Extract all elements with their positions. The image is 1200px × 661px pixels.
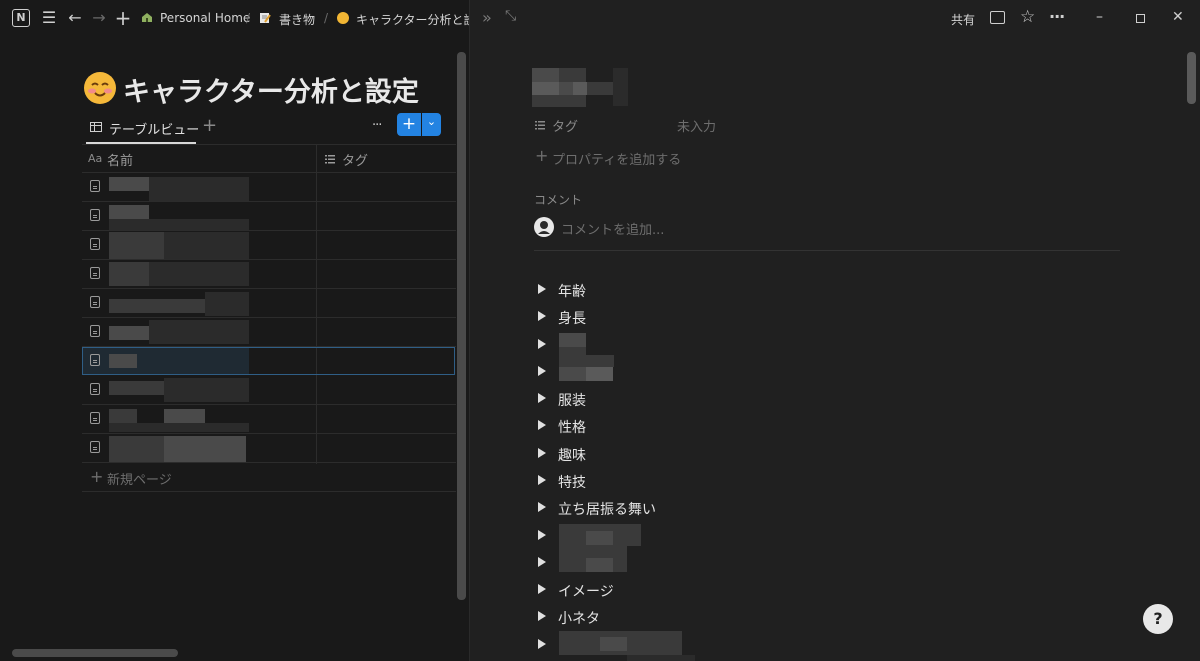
- page-icon: [90, 296, 100, 308]
- table-row[interactable]: [109, 232, 164, 260]
- table-row[interactable]: [109, 436, 164, 462]
- toggle-arrow-icon[interactable]: [538, 393, 546, 403]
- page-icon: [90, 238, 100, 250]
- page-icon: [90, 209, 100, 221]
- notion-logo-icon[interactable]: N: [12, 9, 30, 27]
- vertical-scrollbar[interactable]: [457, 52, 466, 600]
- list-icon: [535, 119, 545, 130]
- add-property-plus-icon[interactable]: +: [535, 146, 548, 165]
- toggle-arrow-icon[interactable]: [538, 611, 546, 621]
- comment-input[interactable]: コメントを追加...: [561, 219, 664, 238]
- page-icon: [90, 441, 100, 453]
- toggle-arrow-icon[interactable]: [538, 639, 546, 649]
- avatar: [534, 217, 554, 237]
- toggle-arrow-icon[interactable]: [538, 339, 546, 349]
- add-view-button[interactable]: +: [202, 115, 217, 136]
- toggle-arrow-icon[interactable]: [538, 448, 546, 458]
- divider: [534, 250, 1120, 251]
- memo-icon: [259, 12, 271, 24]
- column-header-tag[interactable]: タグ: [342, 150, 368, 169]
- table-row[interactable]: [109, 299, 205, 313]
- breadcrumb-separator: /: [324, 11, 329, 25]
- page-icon: [90, 325, 100, 337]
- page-icon: [90, 180, 100, 192]
- table-view-icon: [90, 122, 102, 132]
- forward-arrow-icon[interactable]: →: [88, 0, 110, 36]
- page-icon: [90, 412, 100, 424]
- text-property-icon: Aa: [88, 152, 103, 165]
- maximize-icon[interactable]: [1136, 14, 1145, 23]
- new-page-plus-icon[interactable]: +: [112, 0, 134, 36]
- toggle-arrow-icon[interactable]: [538, 420, 546, 430]
- page-icon: [90, 383, 100, 395]
- page-icon: [90, 267, 100, 279]
- breadcrumb-current[interactable]: キャラクター分析と設: [356, 11, 469, 28]
- close-window-icon[interactable]: ✕: [1172, 9, 1184, 25]
- main-panel: N ☰ ← → + Personal Home / 書き物 / キャラクター分析…: [0, 0, 469, 661]
- help-button[interactable]: ?: [1143, 604, 1173, 634]
- share-button[interactable]: 共有: [951, 11, 975, 28]
- minimize-icon[interactable]: –: [1096, 9, 1103, 25]
- favorite-star-icon[interactable]: ☆: [1020, 7, 1035, 27]
- tab-table-view[interactable]: テーブルビュー: [109, 119, 199, 138]
- new-row-button[interactable]: +: [397, 113, 421, 136]
- toggle-arrow-icon[interactable]: [538, 284, 546, 294]
- more-options-icon[interactable]: ···: [1049, 7, 1065, 26]
- table-row[interactable]: [109, 409, 137, 423]
- comment-icon[interactable]: [990, 11, 1005, 24]
- peek-scrollbar[interactable]: [1187, 52, 1196, 104]
- peek-title[interactable]: [532, 68, 628, 108]
- toggle-arrow-icon[interactable]: [538, 557, 546, 567]
- add-property-button[interactable]: プロパティを追加する: [552, 149, 681, 168]
- table-row[interactable]: [109, 381, 164, 395]
- new-dropdown-button[interactable]: ⌄: [422, 113, 441, 136]
- toggle-arrow-icon[interactable]: [538, 366, 546, 376]
- table-row[interactable]: [109, 262, 149, 286]
- breadcrumb-parent[interactable]: 書き物: [279, 11, 315, 28]
- home-icon: [141, 12, 153, 23]
- breadcrumb-separator: /: [246, 11, 251, 25]
- property-tag-label: タグ: [552, 120, 579, 135]
- property-tag-value[interactable]: 未入力: [677, 116, 716, 135]
- list-icon: [325, 153, 335, 164]
- horizontal-scrollbar[interactable]: [12, 649, 178, 657]
- toggle-arrow-icon[interactable]: [538, 584, 546, 594]
- column-header-name[interactable]: 名前: [107, 150, 133, 169]
- close-peek-icon[interactable]: »: [482, 8, 492, 27]
- sidebar-menu-icon[interactable]: ☰: [38, 0, 60, 36]
- comments-label: コメント: [534, 193, 583, 207]
- table-row[interactable]: [109, 205, 149, 219]
- table-row[interactable]: [109, 326, 149, 340]
- toggle-arrow-icon[interactable]: [538, 475, 546, 485]
- toggle-arrow-icon[interactable]: [538, 502, 546, 512]
- breadcrumb-workspace[interactable]: Personal Home: [160, 11, 250, 25]
- page-title[interactable]: キャラクター分析と設定: [123, 70, 419, 109]
- new-page-button[interactable]: 新規ページ: [107, 469, 172, 488]
- expand-icon[interactable]: ⤡: [505, 8, 516, 24]
- toggle-arrow-icon[interactable]: [538, 530, 546, 540]
- page-emoji-icon[interactable]: [84, 72, 116, 104]
- back-arrow-icon[interactable]: ←: [64, 0, 86, 36]
- table-row[interactable]: [109, 177, 149, 191]
- page-icon: [90, 354, 100, 366]
- new-page-plus-icon[interactable]: +: [90, 467, 103, 486]
- view-more-button[interactable]: ···: [372, 118, 382, 133]
- smiling-face-icon: [337, 12, 349, 24]
- table-row[interactable]: [109, 354, 137, 368]
- toggle-arrow-icon[interactable]: [538, 311, 546, 321]
